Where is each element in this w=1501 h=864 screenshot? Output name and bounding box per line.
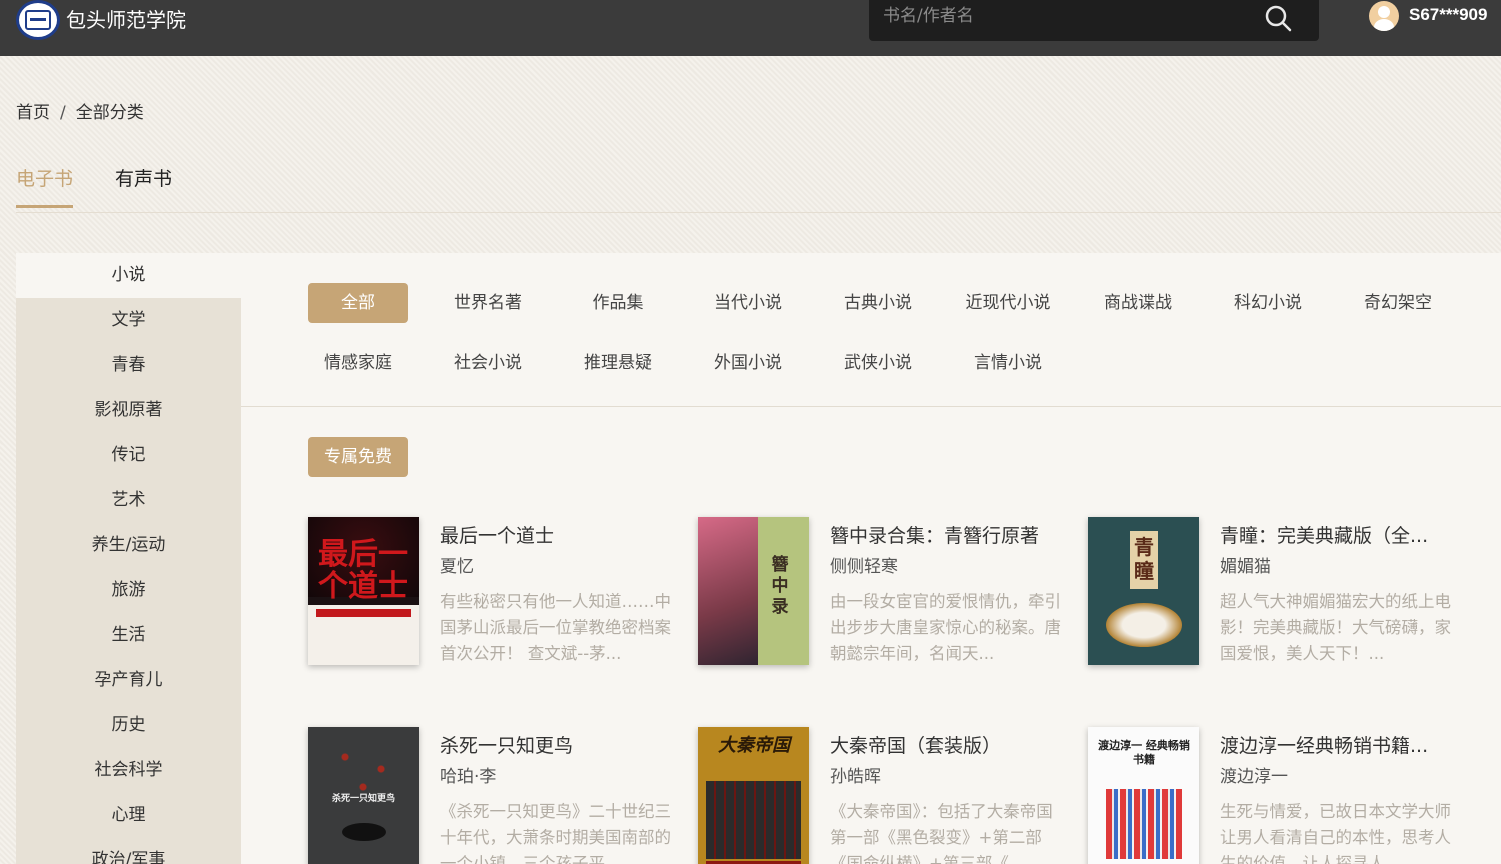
book-cover-art-text: 渡边淳一 经典畅销书籍	[1098, 739, 1190, 766]
sidebar-item-life[interactable]: 生活	[16, 613, 241, 658]
book-author[interactable]: 侧侧轻寒	[830, 552, 898, 577]
sub-category-item[interactable]: 科幻小说	[1218, 283, 1318, 323]
book-description: 有些秘密只有他一人知道……中国茅山派最后一位掌教绝密档案首次公开！ 查文斌--茅…	[440, 592, 671, 663]
sidebar-item-health-sports[interactable]: 养生/运动	[16, 523, 241, 568]
search-icon[interactable]	[1264, 4, 1292, 32]
book-card[interactable]: 大秦帝国 大秦帝国（套装版） 孙皓晖 《大秦帝国》：包括了大秦帝国第一部《黑色裂…	[698, 727, 1068, 864]
book-card[interactable]: 簪中录 簪中录合集：青簪行原著 侧侧轻寒 由一段女宦官的爱恨情仇，牵引出步步大唐…	[698, 517, 1068, 667]
school-logo-icon[interactable]	[16, 0, 60, 40]
book-cover-art-text: 最后一个道士	[318, 537, 408, 604]
breadcrumb-home[interactable]: 首页	[16, 103, 50, 123]
book-cover-art-text: 大秦帝国	[718, 735, 790, 756]
book-cover[interactable]: 大秦帝国	[698, 727, 809, 864]
book-author[interactable]: 夏忆	[440, 552, 474, 577]
book-title[interactable]: 渡边淳一经典畅销书籍...	[1220, 731, 1460, 758]
search-box	[869, 0, 1319, 41]
sub-category-item[interactable]: 奇幻架空	[1348, 283, 1448, 323]
sub-category-item[interactable]: 古典小说	[828, 283, 928, 323]
sub-category-item[interactable]: 近现代小说	[958, 283, 1058, 323]
sidebar-item-psychology[interactable]: 心理	[16, 793, 241, 838]
sidebar-item-youth[interactable]: 青春	[16, 343, 241, 388]
book-cover[interactable]: 最后一个道士	[308, 517, 419, 665]
book-title[interactable]: 大秦帝国（套装版）	[830, 731, 1070, 758]
site-name[interactable]: 包头师范学院	[66, 4, 186, 33]
book-author[interactable]: 哈珀·李	[440, 762, 496, 787]
book-description: 由一段女宦官的爱恨情仇，牵引出步步大唐皇家惊心的秘案。唐朝懿宗年间，名闻天...	[830, 592, 1061, 663]
sidebar-item-biography[interactable]: 传记	[16, 433, 241, 478]
book-card[interactable]: 渡边淳一 经典畅销书籍 渡边淳一经典畅销书籍... 渡边淳一 生死与情爱，已故日…	[1088, 727, 1458, 864]
sub-category-item[interactable]: 当代小说	[698, 283, 798, 323]
book-title[interactable]: 杀死一只知更鸟	[440, 731, 680, 758]
sidebar-item-parenting[interactable]: 孕产育儿	[16, 658, 241, 703]
sidebar-item-history[interactable]: 历史	[16, 703, 241, 748]
sidebar-item-art[interactable]: 艺术	[16, 478, 241, 523]
book-description: 《杀死一只知更鸟》二十世纪三十年代，大萧条时期美国南部的一个小镇，三个孩子平..…	[440, 802, 671, 864]
tab-ebook[interactable]: 电子书	[16, 164, 74, 208]
sidebar-item-travel[interactable]: 旅游	[16, 568, 241, 613]
divider	[241, 406, 1501, 407]
book-description: 《大秦帝国》：包括了大秦帝国第一部《黑色裂变》+第二部《国命纵横》+第三部《..…	[830, 802, 1053, 864]
username[interactable]: S67***909	[1409, 5, 1487, 25]
search-input[interactable]	[883, 2, 1253, 30]
type-tabs: 电子书 有声书	[16, 164, 1501, 213]
sub-category-item[interactable]: 商战谍战	[1088, 283, 1188, 323]
book-title[interactable]: 最后一个道士	[440, 521, 680, 548]
breadcrumb-current: 全部分类	[75, 103, 144, 123]
book-cover[interactable]: 杀死一只知更鸟	[308, 727, 419, 864]
sub-category-item[interactable]: 作品集	[568, 283, 668, 323]
exclusive-free-button[interactable]: 专属免费	[308, 437, 408, 477]
book-author[interactable]: 孙皓晖	[830, 762, 881, 787]
book-cover[interactable]: 渡边淳一 经典畅销书籍	[1088, 727, 1199, 864]
sub-category-item[interactable]: 情感家庭	[308, 343, 408, 383]
breadcrumb: 首页 / 全部分类	[16, 98, 144, 123]
book-cover[interactable]: 青瞳	[1088, 517, 1199, 665]
book-card[interactable]: 青瞳 青瞳：完美典藏版（全... 媚媚猫 超人气大神媚媚猫宏大的纸上电影！完美典…	[1088, 517, 1458, 667]
sub-category-item[interactable]: 世界名著	[438, 283, 538, 323]
book-cover-art-text: 青瞳	[1134, 535, 1154, 583]
sidebar-item-film-original[interactable]: 影视原著	[16, 388, 241, 433]
book-description: 超人气大神媚媚猫宏大的纸上电影！完美典藏版！大气磅礴，家国爱恨，美人天下！...	[1220, 592, 1451, 663]
sidebar-item-social-science[interactable]: 社会科学	[16, 748, 241, 793]
tab-audiobook[interactable]: 有声书	[115, 164, 172, 205]
book-title[interactable]: 簪中录合集：青簪行原著	[830, 521, 1070, 548]
sub-category-item[interactable]: 外国小说	[698, 343, 798, 383]
sub-category-item[interactable]: 推理悬疑	[568, 343, 668, 383]
book-title[interactable]: 青瞳：完美典藏版（全...	[1220, 521, 1460, 548]
sub-category-item[interactable]: 武侠小说	[828, 343, 928, 383]
book-author[interactable]: 媚媚猫	[1220, 552, 1271, 577]
sub-category-all[interactable]: 全部	[308, 283, 408, 323]
sidebar-item-literature[interactable]: 文学	[16, 298, 241, 343]
book-author[interactable]: 渡边淳一	[1220, 762, 1288, 787]
avatar[interactable]	[1369, 1, 1399, 31]
main-panel: 全部 世界名著 作品集 当代小说 古典小说 近现代小说 商战谍战 科幻小说 奇幻…	[241, 253, 1501, 864]
book-cover-art-text: 簪中录	[771, 555, 789, 617]
book-card[interactable]: 杀死一只知更鸟 杀死一只知更鸟 哈珀·李 《杀死一只知更鸟》二十世纪三十年代，大…	[308, 727, 678, 864]
book-cover[interactable]: 簪中录	[698, 517, 809, 665]
sidebar-item-politics-military[interactable]: 政治/军事	[16, 838, 241, 864]
sub-category-item[interactable]: 社会小说	[438, 343, 538, 383]
sidebar-item-novel[interactable]: 小说	[16, 253, 241, 298]
category-sidebar: 小说 文学 青春 影视原著 传记 艺术 养生/运动 旅游 生活 孕产育儿 历史 …	[16, 253, 241, 864]
top-bar: 包头师范学院 S67***909	[0, 0, 1501, 56]
book-cover-art-text: 杀死一只知更鸟	[331, 794, 395, 804]
book-description: 生死与情爱，已故日本文学大师让男人看清自己的本性，思考人生的价值，让人探寻人..…	[1220, 802, 1451, 864]
book-card[interactable]: 最后一个道士 最后一个道士 夏忆 有些秘密只有他一人知道……中国茅山派最后一位掌…	[308, 517, 678, 667]
breadcrumb-separator: /	[60, 103, 66, 123]
sub-category-item[interactable]: 言情小说	[958, 343, 1058, 383]
